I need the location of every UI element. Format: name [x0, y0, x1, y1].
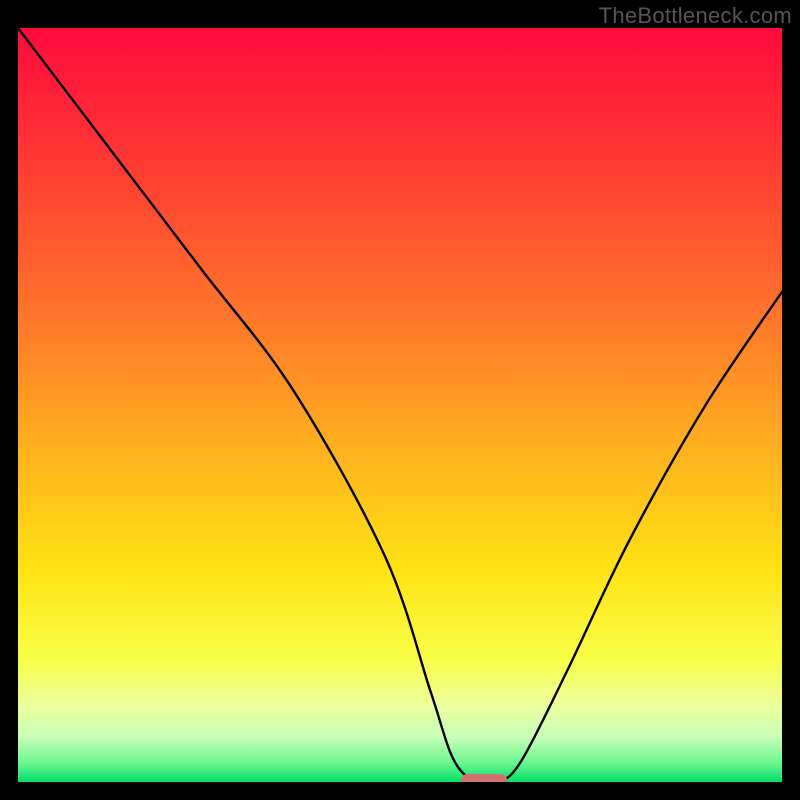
min-marker — [461, 774, 507, 782]
plot-area — [18, 28, 782, 782]
watermark-text: TheBottleneck.com — [599, 3, 792, 29]
gradient-rect — [18, 28, 782, 782]
chart-svg — [18, 28, 782, 782]
chart-frame: TheBottleneck.com — [0, 0, 800, 800]
